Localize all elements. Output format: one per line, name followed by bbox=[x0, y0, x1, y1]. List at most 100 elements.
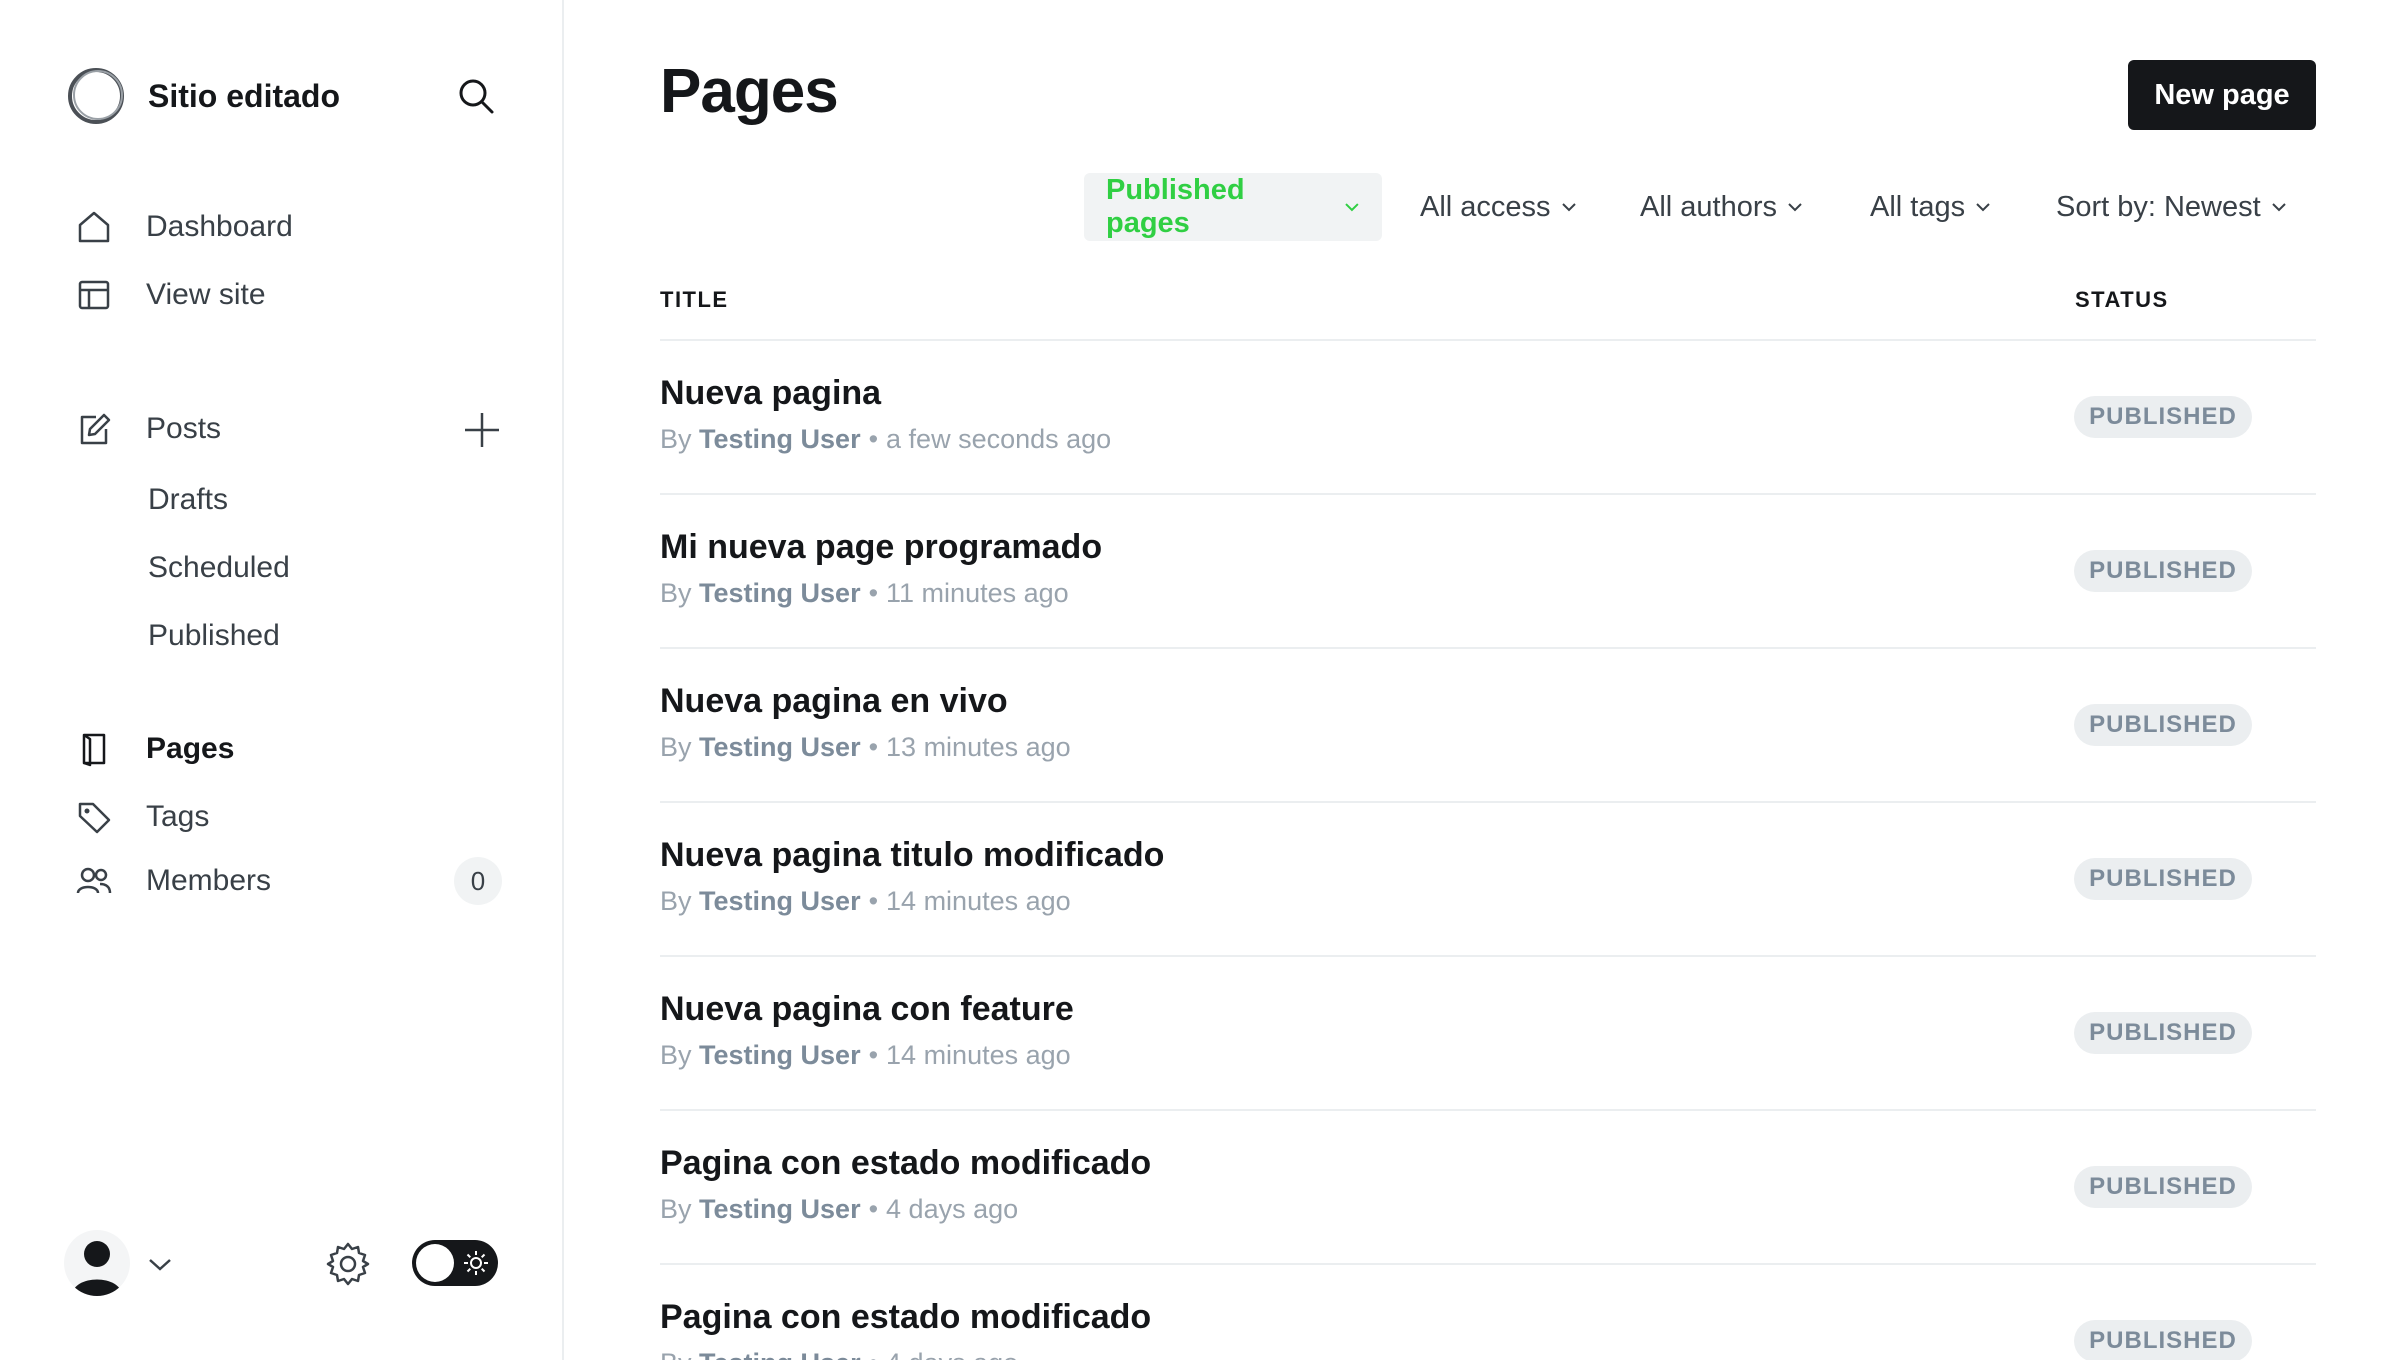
filter-published-pages[interactable]: Published pages bbox=[1084, 173, 1382, 241]
page-meta: By Testing User•4 days ago bbox=[660, 1348, 1018, 1360]
page-meta: By Testing User • a few seconds ago bbox=[660, 424, 1111, 455]
sidebar-item-label: Posts bbox=[146, 412, 222, 445]
gear-icon bbox=[326, 1242, 370, 1286]
page-title-link[interactable]: Pagina con estado modificado bbox=[660, 1144, 1151, 1183]
chevron-down-icon bbox=[1976, 203, 1990, 212]
by-label: By bbox=[660, 1040, 692, 1070]
table-row[interactable]: Nueva pagina en vivo By Testing User • 13 … bbox=[660, 648, 2316, 802]
filter-label: All tags bbox=[1870, 190, 1966, 223]
table-row[interactable]: Nueva pagina By Testing User • a few secon… bbox=[660, 340, 2316, 494]
sidebar-item-members[interactable]: Members bbox=[74, 853, 271, 909]
sidebar-item-label: Pages bbox=[146, 732, 235, 765]
status-badge: PUBLISHED bbox=[2074, 1320, 2252, 1360]
timestamp: a few seconds ago bbox=[886, 424, 1112, 454]
page-meta: By Testing User•4 days ago bbox=[660, 1194, 1018, 1225]
sidebar-item-tags[interactable]: Tags bbox=[74, 789, 209, 845]
chevron-down-icon bbox=[2271, 203, 2286, 212]
by-label: By bbox=[660, 1348, 692, 1360]
meta-separator: • bbox=[868, 578, 879, 608]
site-brand[interactable]: Sitio editado bbox=[66, 66, 340, 126]
table-row[interactable]: Nueva pagina con feature By Testing User… bbox=[660, 956, 2316, 1110]
status-badge: PUBLISHED bbox=[2074, 550, 2252, 592]
user-avatar-icon bbox=[72, 1241, 122, 1296]
page-meta: By Testing User • 11 minutes ago bbox=[660, 578, 1069, 609]
sidebar-item-label: Tags bbox=[146, 800, 210, 833]
status-badge: PUBLISHED bbox=[2074, 704, 2252, 746]
members-icon bbox=[74, 861, 114, 901]
site-name: Sitio editado bbox=[148, 77, 340, 114]
sidebar-item-label: View site bbox=[146, 278, 266, 311]
members-count-badge: 0 bbox=[454, 857, 502, 905]
filter-tags[interactable]: All tags bbox=[1848, 173, 2013, 241]
timestamp: 11 minutes ago bbox=[886, 578, 1069, 608]
layout-icon bbox=[74, 275, 114, 315]
filter-label: All authors bbox=[1640, 190, 1778, 223]
status-badge: PUBLISHED bbox=[2074, 396, 2252, 438]
page-icon bbox=[74, 729, 114, 769]
status-badge: PUBLISHED bbox=[2074, 1012, 2252, 1054]
sidebar-item-label: Members bbox=[146, 864, 272, 897]
filter-label: Sort by: Newest bbox=[2056, 190, 2261, 223]
sidebar-item-published[interactable]: Published bbox=[148, 608, 280, 664]
sidebar-item-drafts[interactable]: Drafts bbox=[148, 472, 228, 528]
home-icon bbox=[74, 207, 114, 247]
site-logo-icon bbox=[68, 68, 124, 124]
timestamp: 4 days ago bbox=[886, 1194, 1019, 1224]
page-title-link[interactable]: Nueva pagina con feature bbox=[660, 990, 1074, 1029]
sidebar-item-pages[interactable]: Pages bbox=[74, 721, 234, 777]
chevron-down-icon[interactable] bbox=[146, 1252, 174, 1276]
theme-toggle[interactable] bbox=[412, 1240, 498, 1286]
sidebar-item-posts[interactable]: Posts bbox=[74, 401, 221, 457]
column-header-status: STATUS bbox=[2075, 287, 2169, 312]
new-page-button[interactable]: New page bbox=[2128, 60, 2316, 130]
timestamp: 14 minutes ago bbox=[886, 1040, 1071, 1070]
chevron-down-icon bbox=[1561, 203, 1576, 212]
by-label: By bbox=[660, 424, 692, 454]
search-icon bbox=[459, 79, 494, 114]
sidebar: Sitio editado Dashboard View site Posts … bbox=[0, 0, 564, 1360]
by-label: By bbox=[660, 578, 692, 608]
timestamp: 13 minutes ago bbox=[886, 732, 1071, 762]
table-row[interactable]: Nueva pagina titulo modificado By Testin… bbox=[660, 802, 2316, 956]
author-name: Testing User bbox=[699, 1040, 861, 1070]
status-badge: PUBLISHED bbox=[2074, 1166, 2252, 1208]
filter-access[interactable]: All access bbox=[1398, 173, 1599, 241]
meta-separator: • bbox=[869, 1348, 878, 1360]
status-badge: PUBLISHED bbox=[2074, 858, 2252, 900]
sidebar-item-view-site[interactable]: View site bbox=[74, 267, 266, 323]
author-name: Testing User bbox=[699, 424, 861, 454]
page-title-link[interactable]: Nueva pagina titulo modificado bbox=[660, 836, 1164, 875]
add-post-button[interactable] bbox=[454, 402, 510, 458]
toggle-knob bbox=[416, 1244, 454, 1282]
meta-separator: • bbox=[868, 1194, 879, 1224]
page-meta: By Testing User • 14 minutes ago bbox=[660, 1040, 1071, 1071]
by-label: By bbox=[660, 1194, 692, 1224]
tag-icon bbox=[74, 797, 114, 837]
page-meta: By Testing User • 13 minutes ago bbox=[660, 732, 1071, 763]
meta-separator: • bbox=[868, 424, 879, 454]
chevron-down-icon bbox=[1788, 203, 1802, 212]
timestamp: 14 minutes ago bbox=[886, 886, 1071, 916]
page-title-link[interactable]: Nueva pagina bbox=[660, 374, 881, 413]
filter-label: Published pages bbox=[1106, 174, 1245, 239]
table-row[interactable]: Pagina con estado modificado By Testing … bbox=[660, 1110, 2316, 1264]
author-name: Testing User bbox=[699, 578, 861, 608]
filter-label: All access bbox=[1420, 190, 1551, 223]
page-title-link[interactable]: Mi nueva page programado bbox=[660, 528, 1102, 567]
search-button[interactable] bbox=[452, 72, 500, 120]
sidebar-item-scheduled[interactable]: Scheduled bbox=[148, 540, 290, 596]
table-row[interactable]: Mi nueva page programado By Testing User… bbox=[660, 494, 2316, 648]
settings-button[interactable] bbox=[324, 1240, 372, 1288]
by-label: By bbox=[660, 886, 692, 916]
page-title-link[interactable]: Nueva pagina en vivo bbox=[660, 682, 1008, 721]
sidebar-item-dashboard[interactable]: Dashboard bbox=[74, 199, 293, 255]
avatar[interactable] bbox=[64, 1230, 130, 1296]
by-label: By bbox=[660, 732, 692, 762]
page-title-link[interactable]: Pagina con estado modificado bbox=[660, 1298, 1151, 1337]
sidebar-item-label: Dashboard bbox=[146, 210, 293, 243]
table-row[interactable]: Pagina con estado modificado By Testing … bbox=[660, 1264, 2316, 1360]
filter-sort[interactable]: Sort by: Newest bbox=[2034, 173, 2309, 241]
meta-separator: • bbox=[868, 886, 879, 916]
page-meta: By Testing User • 14 minutes ago bbox=[660, 886, 1071, 917]
filter-authors[interactable]: All authors bbox=[1618, 173, 1825, 241]
